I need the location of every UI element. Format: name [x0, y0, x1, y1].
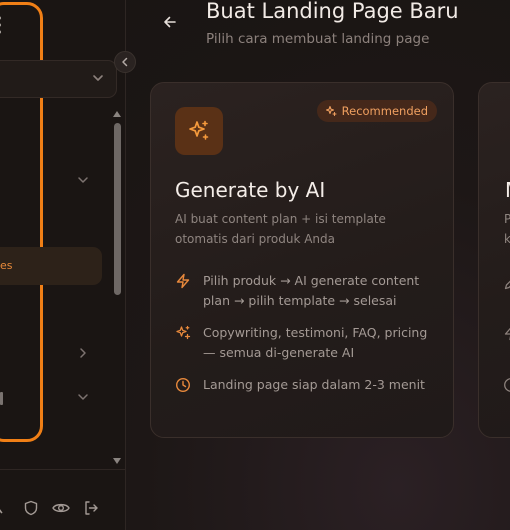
pencil-icon: [504, 280, 510, 290]
sidebar-item-icon-fragment: [0, 392, 3, 405]
generate-by-ai-card[interactable]: Recommended Generate by AI AI buat conte…: [150, 82, 454, 438]
collapse-sidebar-button[interactable]: [114, 51, 136, 73]
shield-icon[interactable]: [23, 500, 39, 516]
card-title: M: [505, 177, 510, 203]
chevron-right-icon[interactable]: [77, 347, 89, 359]
workspace-select[interactable]: [0, 60, 117, 98]
chevron-down-icon: [93, 75, 103, 81]
feature-item-text: Landing page siap dalam 2-3 menit: [203, 377, 425, 392]
sparkles-icon: [189, 120, 209, 140]
page-title: Buat Landing Page Baru: [206, 0, 459, 23]
logout-icon[interactable]: [83, 500, 99, 516]
card-description-line: k: [504, 229, 510, 249]
clock-icon: [504, 378, 510, 392]
clock-icon: [175, 377, 191, 393]
heart-icon[interactable]: [0, 501, 6, 517]
zap-icon: [176, 273, 190, 289]
card-description: P k: [504, 209, 510, 249]
sidebar-item-active[interactable]: [0, 247, 102, 285]
sparkles-icon: [176, 325, 191, 340]
app-root: es Buat Landing Page Baru Pilih cara mem…: [0, 0, 510, 530]
chevron-left-icon: [122, 57, 128, 67]
page-subtitle: Pilih cara membuat landing page: [206, 31, 430, 47]
recommended-badge: Recommended: [316, 100, 437, 122]
ai-icon-box: [175, 107, 223, 155]
more-vertical-icon[interactable]: [0, 14, 4, 36]
sidebar: es: [0, 0, 126, 530]
arrow-left-icon[interactable]: [162, 14, 178, 30]
chevron-down-icon[interactable]: [77, 174, 89, 186]
zap-icon: [504, 327, 510, 341]
feature-item-text: Copywriting, testimoni, FAQ, pricing — s…: [203, 325, 428, 360]
scroll-down-icon[interactable]: [113, 458, 121, 464]
manual-card[interactable]: M P k: [478, 82, 510, 438]
eye-icon[interactable]: [52, 501, 70, 515]
card-description-line: P: [504, 209, 510, 229]
sidebar-item-label: es: [0, 259, 13, 272]
sidebar-footer: [0, 469, 125, 530]
sparkles-icon: [325, 105, 337, 117]
chevron-down-icon[interactable]: [77, 391, 89, 403]
scrollbar-thumb[interactable]: [114, 123, 121, 295]
feature-item-text: Pilih produk → AI generate content plan …: [203, 273, 420, 308]
badge-label: Recommended: [341, 104, 428, 118]
card-description: AI buat content plan + isi template otom…: [175, 212, 386, 246]
scroll-up-icon[interactable]: [113, 111, 121, 117]
card-title: Generate by AI: [175, 178, 326, 202]
sidebar-scrollbar[interactable]: [111, 106, 123, 468]
